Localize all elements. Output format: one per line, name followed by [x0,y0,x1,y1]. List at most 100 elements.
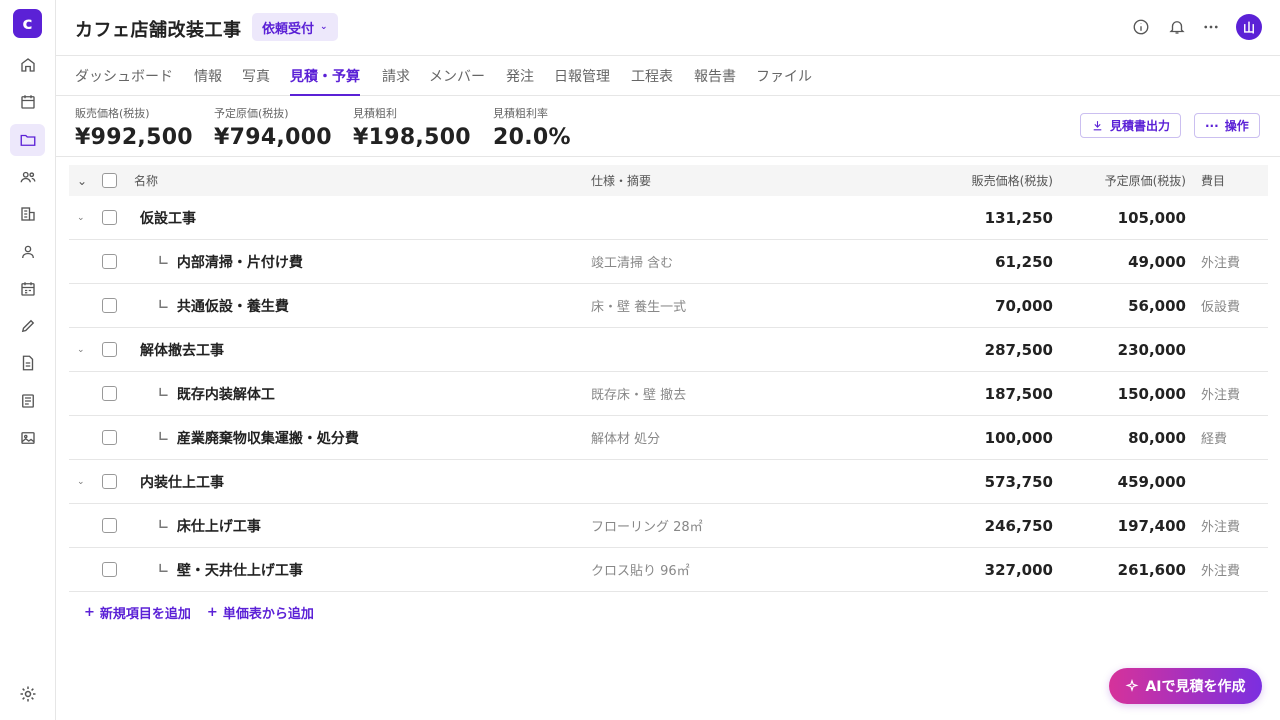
table-row[interactable]: ∟ 共通仮設・養生費 床・壁 養生一式 70,000 56,000 仮設費 [69,284,1268,328]
add-new-item-label: 新規項目を追加 [99,607,191,622]
collapse-icon[interactable]: ⌄ [77,328,85,371]
actions-button[interactable]: ··· 操作 [1194,113,1260,138]
item-name: 共通仮設・養生費 [176,298,289,315]
tab-daily-reports[interactable]: 日報管理 [554,66,610,96]
summary-gross-profit: 見積粗利 ¥198,500 [353,105,471,150]
row-checkbox[interactable] [102,548,117,591]
pencil-icon[interactable] [10,310,45,342]
table-row[interactable]: ∟ 内部清掃・片付け費 竣工清掃 含む 61,250 49,000 外注費 [69,240,1268,284]
gear-icon[interactable] [18,684,38,704]
header-sales-price: 販売価格(税抜) [971,174,1053,188]
item-name: 既存内装解体工 [176,386,275,403]
summary-gross-margin: 見積粗利率 20.0% [493,105,571,150]
add-new-item-button[interactable]: + 新規項目を追加 [84,603,191,622]
checkbox[interactable] [102,430,117,445]
tab-files[interactable]: ファイル [756,66,812,96]
collapse-icon[interactable]: ⌄ [77,460,85,503]
sales-price-cell: 287,500 [984,340,1053,359]
document-icon[interactable] [10,347,45,379]
checkbox[interactable] [102,386,117,401]
bell-icon[interactable] [1166,16,1188,38]
spec-cell: フローリング 28㎡ [591,520,703,535]
checkbox[interactable] [102,562,117,577]
tab-bar: ダッシュボード 情報 写真 見積・予算 請求 メンバー 発注 日報管理 工程表 … [56,56,1280,96]
building-icon[interactable] [10,198,45,230]
add-from-price-list-button[interactable]: + 単価表から追加 [207,603,314,622]
row-checkbox[interactable] [102,284,117,327]
row-checkbox[interactable] [102,240,117,283]
select-all-checkbox[interactable] [102,165,117,196]
users-icon[interactable] [10,161,45,193]
table-group-row[interactable]: ⌄ 内装仕上工事 573,750 459,000 [69,460,1268,504]
table-group-row[interactable]: ⌄ 仮設工事 131,250 105,000 [69,196,1268,240]
checkbox[interactable] [102,173,117,188]
collapse-all-icon[interactable]: ⌄ [77,165,87,196]
tab-orders[interactable]: 発注 [506,66,534,96]
info-icon[interactable] [1130,16,1152,38]
branch-icon: ∟ [158,254,169,269]
spec-cell: クロス貼り 96㎡ [591,564,690,579]
plus-icon: + [206,605,218,620]
checkbox[interactable] [102,474,117,489]
checkbox[interactable] [102,298,117,313]
item-name-cell: ∟ 床仕上げ工事 [158,504,261,547]
export-estimate-button[interactable]: 見積書出力 [1080,113,1182,138]
table-row[interactable]: ∟ 壁・天井仕上げ工事 クロス貼り 96㎡ 327,000 261,600 外注費 [69,548,1268,592]
home-icon[interactable] [10,49,45,81]
item-name-cell: ∟ 産業廃棄物収集運搬・処分費 [158,416,359,459]
tab-photos[interactable]: 写真 [242,66,270,96]
tab-reports[interactable]: 報告書 [694,66,736,96]
plus-icon: + [84,605,95,620]
person-icon[interactable] [10,236,45,268]
item-name: 床仕上げ工事 [176,518,261,535]
folder-icon[interactable] [10,124,45,156]
list-document-icon[interactable] [10,385,45,417]
checkbox[interactable] [102,254,117,269]
ai-estimate-button[interactable]: AIで見積を作成 [1109,668,1262,704]
schedule-icon[interactable] [10,273,45,305]
spec-cell: 竣工清掃 含む [591,256,674,271]
calendar-icon[interactable] [10,86,45,118]
checkbox[interactable] [102,210,117,225]
tab-info[interactable]: 情報 [194,66,222,96]
tab-dashboard[interactable]: ダッシュボード [75,66,173,96]
branch-icon: ∟ [158,298,169,313]
row-checkbox[interactable] [102,328,117,371]
table-row[interactable]: ∟ 産業廃棄物収集運搬・処分費 解体材 処分 100,000 80,000 経費 [69,416,1268,460]
row-checkbox[interactable] [102,196,117,239]
tab-estimate-budget[interactable]: 見積・予算 [290,66,360,96]
page-title: カフェ店舗改装工事 [75,20,242,41]
header-planned-cost: 予定原価(税抜) [1104,174,1186,188]
row-checkbox[interactable] [102,416,117,459]
category-cell: 経費 [1201,432,1228,447]
add-from-price-list-label: 単価表から追加 [222,607,314,622]
collapse-icon[interactable]: ⌄ [77,196,85,239]
checkbox[interactable] [102,518,117,533]
summary-value: 20.0% [493,125,571,150]
status-dropdown[interactable]: 依頼受付 ⌄ [252,13,338,41]
app-logo[interactable]: c [13,9,42,38]
checkbox[interactable] [102,342,117,357]
row-checkbox[interactable] [102,460,117,503]
more-icon[interactable] [1200,16,1222,38]
header-category: 費目 [1201,174,1226,188]
table-row[interactable]: ∟ 既存内装解体工 既存床・壁 撤去 187,500 150,000 外注費 [69,372,1268,416]
item-name-cell: ∟ 共通仮設・養生費 [158,284,289,327]
summary-value: ¥794,000 [214,125,332,150]
avatar[interactable]: 山 [1236,14,1262,40]
planned-cost-cell: 197,400 [1117,516,1186,535]
image-icon[interactable] [10,422,45,454]
actions-label: 操作 [1224,119,1249,133]
summary-label: 販売価格(税抜) [75,107,150,120]
group-name: 内装仕上工事 [140,474,224,491]
row-checkbox[interactable] [102,504,117,547]
table-group-row[interactable]: ⌄ 解体撤去工事 287,500 230,000 [69,328,1268,372]
estimate-summary: 販売価格(税抜) ¥992,500 予定原価(税抜) ¥794,000 見積粗利… [56,96,1280,157]
row-checkbox[interactable] [102,372,117,415]
tab-billing[interactable]: 請求 [382,66,410,96]
tab-schedule[interactable]: 工程表 [631,66,673,96]
planned-cost-cell: 230,000 [1117,340,1186,359]
tab-members[interactable]: メンバー [429,66,485,96]
table-row[interactable]: ∟ 床仕上げ工事 フローリング 28㎡ 246,750 197,400 外注費 [69,504,1268,548]
summary-value: ¥992,500 [75,125,193,150]
